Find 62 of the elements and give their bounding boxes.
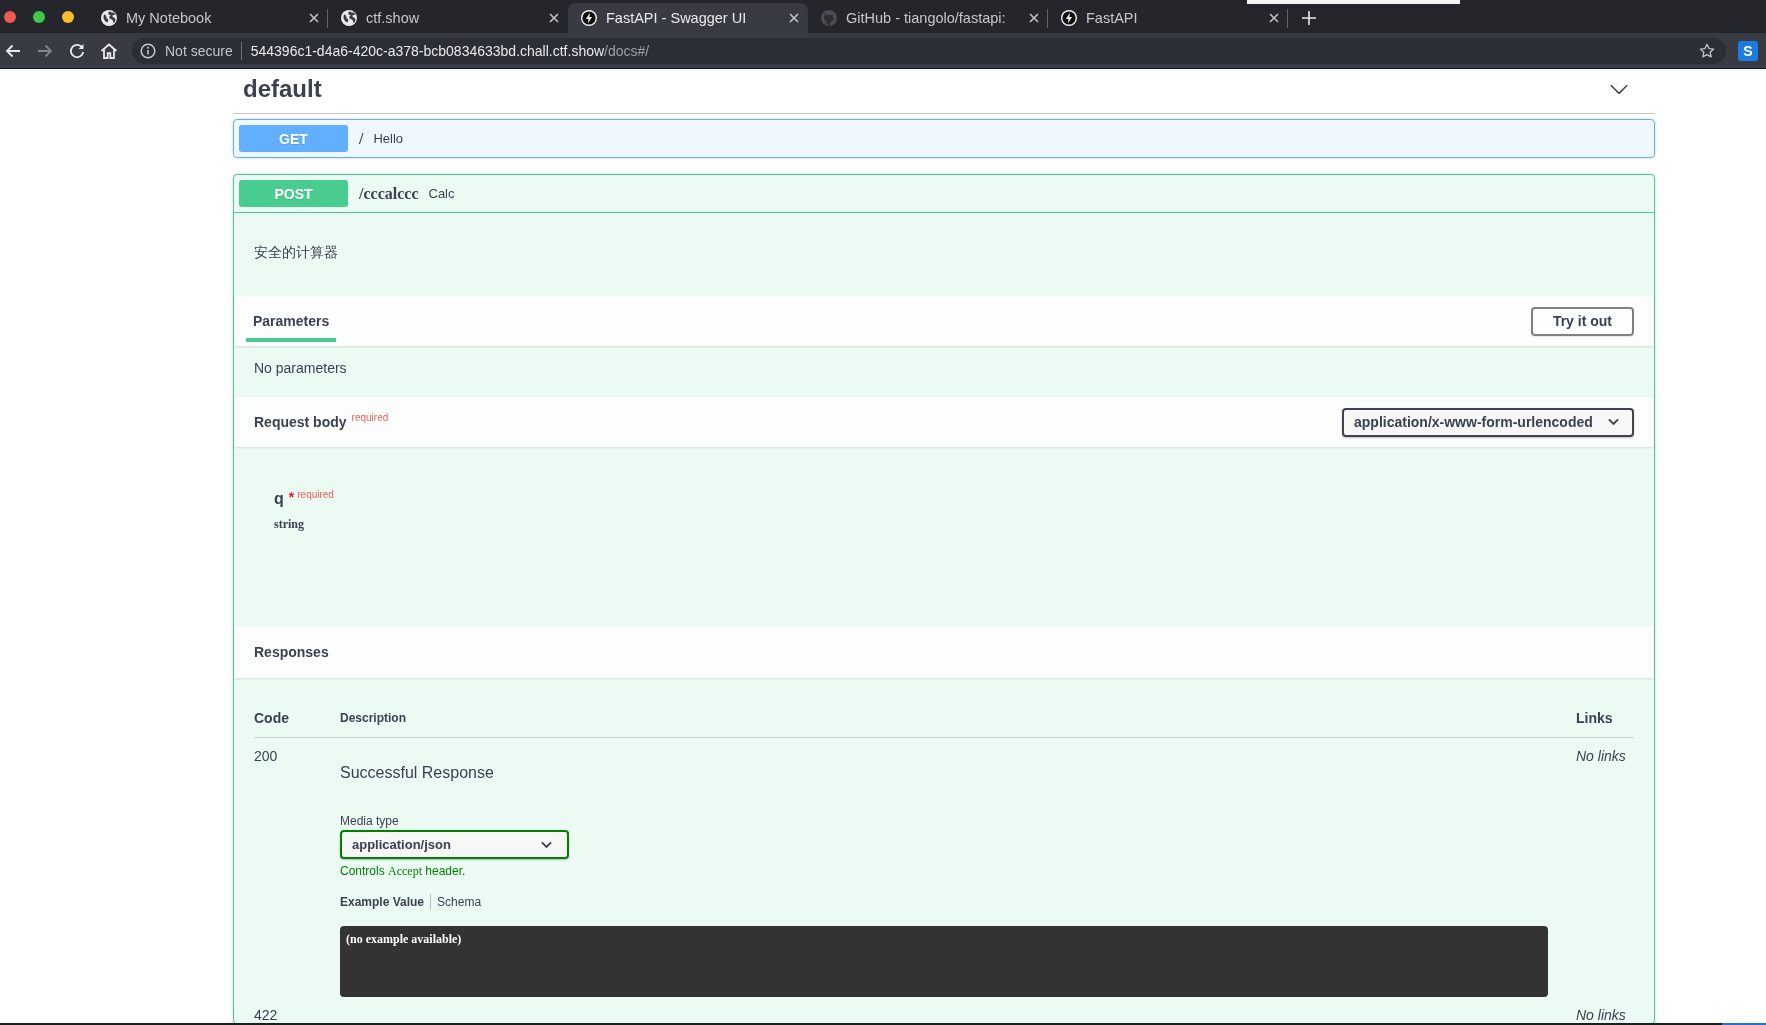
- required-label: required: [351, 411, 389, 423]
- cat-silhouette-icon: [821, 10, 837, 26]
- response-code: 200: [254, 748, 279, 764]
- example-code-block: (no example available): [340, 926, 1548, 997]
- column-header: Code: [254, 710, 289, 726]
- media-type-hint: Controls Accept header.: [340, 864, 466, 878]
- operation-description: 安全的计算器: [254, 243, 338, 261]
- chevron-down-icon: [1608, 418, 1619, 426]
- response-code: 422: [254, 1007, 279, 1023]
- security-label: Not secure: [165, 42, 233, 59]
- method-badge: GET: [239, 125, 348, 152]
- endpoint-path: /cccalccc: [359, 184, 419, 203]
- column-header: Description: [340, 711, 406, 725]
- parameters-tab[interactable]: Parameters: [246, 296, 337, 342]
- address-field[interactable]: Not secure 544396c1-d4a6-420c-a378-bcb0834633bd.chall.ctf.show/docs#/: [132, 37, 1726, 64]
- close-icon[interactable]: [309, 13, 319, 23]
- minimize-window-icon[interactable]: [62, 10, 74, 23]
- endpoint-path: /: [359, 129, 364, 148]
- browser-tab[interactable]: FastAPI - Swagger UI: [568, 3, 808, 33]
- globe-icon: [341, 10, 357, 26]
- field-label: Media type: [340, 814, 399, 828]
- operation-summary[interactable]: GET / Hello: [234, 120, 1654, 157]
- close-window-icon[interactable]: [4, 10, 16, 23]
- close-icon[interactable]: [1029, 13, 1039, 23]
- lightning-bolt-icon: [1061, 10, 1077, 26]
- response-description: Successful Response: [340, 763, 494, 783]
- links-text: No links: [1576, 1007, 1627, 1023]
- media-type-select[interactable]: application/json: [340, 830, 569, 859]
- operation-summary-text: Hello: [373, 131, 404, 146]
- close-icon[interactable]: [1269, 13, 1279, 23]
- info-icon[interactable]: [140, 42, 156, 59]
- responses-title: Responses: [254, 644, 329, 660]
- operation-summary-text: Calc: [428, 186, 455, 201]
- close-icon[interactable]: [549, 13, 559, 23]
- method-badge: POST: [239, 180, 348, 207]
- lightning-bolt-icon: [581, 10, 597, 26]
- extension-button[interactable]: S: [1738, 40, 1758, 61]
- operation-summary[interactable]: POST /cccalccc Calc: [234, 175, 1654, 213]
- try-it-out-button[interactable]: Try it out: [1530, 306, 1634, 336]
- new-tab-icon[interactable]: [1302, 11, 1316, 25]
- maximize-window-icon[interactable]: [33, 10, 45, 23]
- content-type-select[interactable]: application/x-www-form-urlencoded: [1342, 407, 1634, 437]
- empty-message: No parameters: [254, 359, 347, 377]
- example-tab[interactable]: Schema: [430, 894, 482, 910]
- browser-tab[interactable]: ctf.show: [328, 3, 568, 33]
- links-text: No links: [1576, 748, 1627, 764]
- browser-tab[interactable]: My Notebook: [88, 3, 328, 33]
- request-body-title: Request body: [254, 414, 347, 430]
- section-title[interactable]: default: [243, 74, 322, 104]
- required-asterisk: *: [288, 489, 295, 505]
- parameter-type: string: [274, 517, 304, 531]
- browser-tab[interactable]: FastAPI: [1048, 3, 1288, 33]
- parameter-name: q: [274, 490, 284, 508]
- close-icon[interactable]: [789, 13, 799, 23]
- browser-tab[interactable]: GitHub - tiangolo/fastapi:: [808, 3, 1048, 33]
- url-text: 544396c1-d4a6-420c-a378-bcb0834633bd.chall.ctf.show/docs#/: [250, 42, 650, 59]
- required-label: required: [297, 488, 334, 500]
- column-header: Links: [1576, 710, 1613, 726]
- globe-icon: [101, 10, 117, 26]
- bookmark-star-icon[interactable]: [1699, 42, 1715, 59]
- example-tab[interactable]: Example Value: [340, 894, 425, 910]
- chevron-down-icon: [541, 840, 552, 849]
